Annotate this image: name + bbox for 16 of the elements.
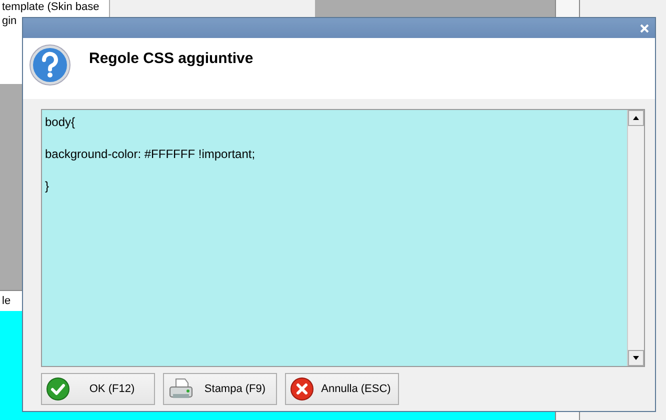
scroll-up-icon[interactable] bbox=[628, 110, 644, 126]
dialog-title: Regole CSS aggiuntive bbox=[89, 50, 254, 67]
cancel-button[interactable]: Annulla (ESC) bbox=[285, 373, 399, 405]
question-icon bbox=[29, 44, 71, 86]
code-text: body{ background-color: #FFFFFF !important; } bbox=[44, 114, 256, 195]
code-editor[interactable]: body{ background-color: #FFFFFF !important; } bbox=[41, 109, 645, 367]
close-icon[interactable] bbox=[640, 24, 649, 32]
cancel-icon bbox=[290, 377, 314, 401]
list-text: le bbox=[1, 294, 12, 308]
printer-icon bbox=[168, 377, 194, 401]
list-text: template (Skin base bbox=[1, 0, 100, 14]
checkmark-icon bbox=[46, 377, 70, 401]
scroll-down-icon[interactable] bbox=[628, 350, 644, 366]
print-button[interactable]: Stampa (F9) bbox=[163, 373, 277, 405]
ok-button[interactable]: OK (F12) bbox=[41, 373, 155, 405]
list-text: gin bbox=[1, 14, 18, 28]
